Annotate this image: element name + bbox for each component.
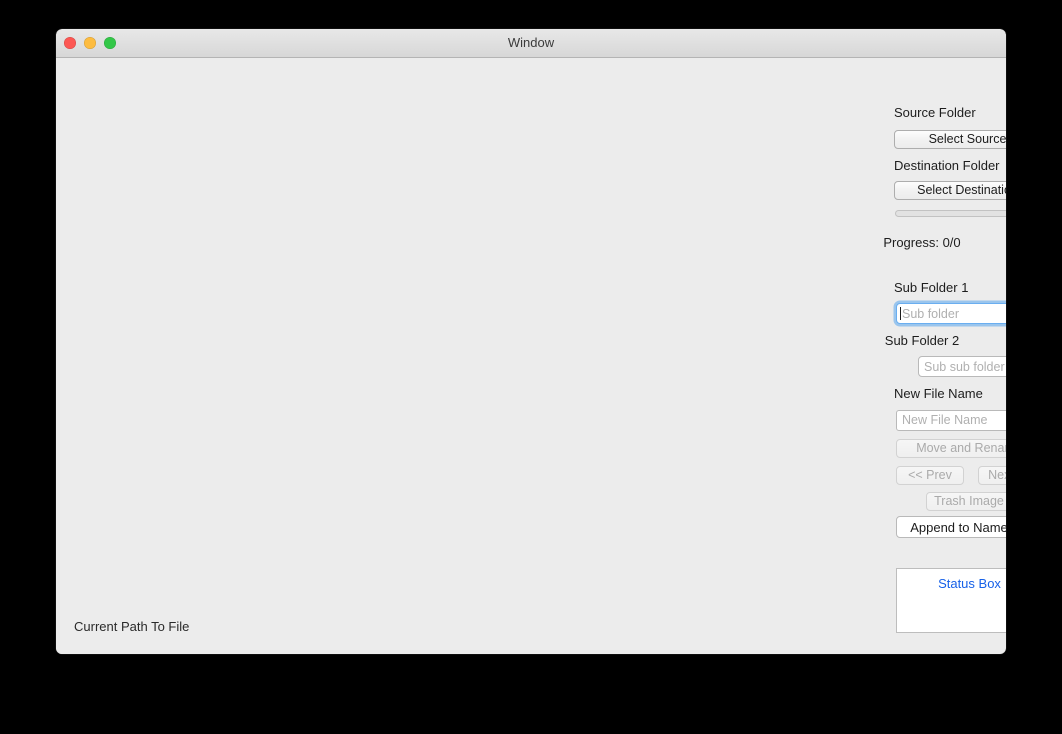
window-title: Window <box>507 35 555 50</box>
progress-bar <box>895 210 1006 217</box>
sub-folder-2-label: Sub Folder 2 <box>884 333 960 348</box>
trash-image-button[interactable]: Trash Image <box>926 492 1006 511</box>
progress-label: Progress: 0/0 <box>883 235 961 250</box>
new-file-name-label: New File Name <box>894 386 983 401</box>
current-path-label: Current Path To File <box>74 619 190 634</box>
sub-folder-1-placeholder: Sub folder <box>902 306 959 321</box>
append-mode-popup-button[interactable]: Append to Name <box>896 516 1006 538</box>
app-window: Window Current Path To File Source Folde… <box>56 29 1006 654</box>
new-file-name-input[interactable]: New File Name <box>896 410 1006 431</box>
select-source-button[interactable]: Select Source <box>894 130 1006 149</box>
window-titlebar: Window <box>56 29 1006 58</box>
new-file-name-placeholder: New File Name <box>902 413 988 427</box>
destination-folder-label: Destination Folder <box>894 158 1000 173</box>
append-mode-selected-value: Append to Name <box>910 519 1006 535</box>
status-box-text: Status Box <box>938 576 1001 591</box>
prev-button[interactable]: << Prev <box>896 466 964 485</box>
image-preview-pane[interactable]: Current Path To File <box>56 58 838 654</box>
window-body: Current Path To File Source Folder Selec… <box>56 58 1006 654</box>
next-button[interactable]: Next >> <box>978 466 1006 485</box>
source-folder-label: Source Folder <box>894 105 976 120</box>
sub-folder-2-placeholder: Sub sub folder <box>924 359 1005 374</box>
sub-folder-1-label: Sub Folder 1 <box>894 280 969 295</box>
sub-folder-2-combobox[interactable]: Sub sub folder <box>918 356 1006 377</box>
move-and-rename-button[interactable]: Move and Rename <box>896 439 1006 458</box>
controls-sidebar: Source Folder Select Source Destination … <box>838 58 1006 654</box>
sub-folder-1-combobox[interactable]: Sub folder <box>896 303 1006 324</box>
text-caret <box>900 307 901 320</box>
select-destination-button[interactable]: Select Destination <box>894 181 1006 200</box>
sub-folder-1-input[interactable]: Sub folder <box>897 304 1006 323</box>
status-box: Status Box <box>896 568 1006 633</box>
sub-folder-2-input[interactable]: Sub sub folder <box>919 357 1006 376</box>
